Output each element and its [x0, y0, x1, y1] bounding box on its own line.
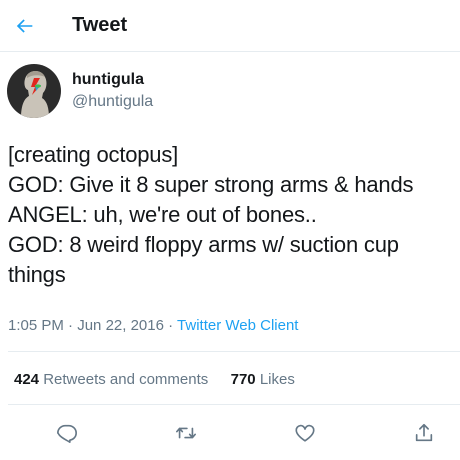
retweets-label: Retweets and comments — [43, 371, 209, 388]
back-button[interactable] — [10, 12, 40, 40]
divider — [8, 351, 460, 352]
tweet-time[interactable]: 1:05 PM — [8, 317, 64, 334]
tweet-line: [creating octopus] — [8, 142, 179, 167]
arrow-left-icon — [16, 19, 33, 33]
page-title: Tweet — [72, 14, 128, 36]
tweet-text: [creating octopus] GOD: Give it 8 super … — [8, 140, 458, 290]
meta-separator: · — [168, 317, 174, 334]
likes-label: Likes — [259, 371, 295, 388]
avatar[interactable] — [7, 64, 61, 118]
like-button[interactable] — [292, 420, 318, 446]
author-display-name[interactable]: huntigula — [72, 70, 144, 90]
avatar-image — [7, 64, 61, 118]
meta-separator: · — [68, 317, 74, 334]
top-bar: Tweet — [0, 0, 460, 52]
reply-button[interactable] — [54, 420, 80, 446]
retweets-count: 424 — [14, 371, 40, 388]
like-icon — [295, 424, 315, 442]
share-button[interactable] — [411, 420, 437, 446]
tweet-line: GOD: Give it 8 super strong arms & hands — [8, 172, 414, 197]
tweet-client-link[interactable]: Twitter Web Client — [177, 317, 298, 334]
engagement-stats: 424 Retweets and comments 770 Likes — [14, 370, 295, 390]
retweets-stat[interactable]: 424 Retweets and comments — [14, 370, 208, 390]
reply-icon — [57, 424, 77, 443]
tweet-line: GOD: 8 weird floppy arms w/ suction cup — [8, 232, 399, 257]
share-icon — [415, 423, 433, 442]
tweet-line: ANGEL: uh, we're out of bones.. — [8, 202, 317, 227]
author-handle[interactable]: @huntigula — [72, 92, 153, 112]
likes-count: 770 — [230, 371, 256, 388]
tweet-metadata: 1:05 PM · Jun 22, 2016 · Twitter Web Cli… — [8, 316, 298, 336]
divider — [8, 404, 460, 405]
tweet-line: things — [8, 262, 66, 287]
retweet-button[interactable] — [173, 420, 199, 446]
likes-stat[interactable]: 770 Likes — [231, 370, 295, 390]
retweet-icon — [176, 427, 196, 439]
tweet-date[interactable]: Jun 22, 2016 — [77, 317, 164, 334]
